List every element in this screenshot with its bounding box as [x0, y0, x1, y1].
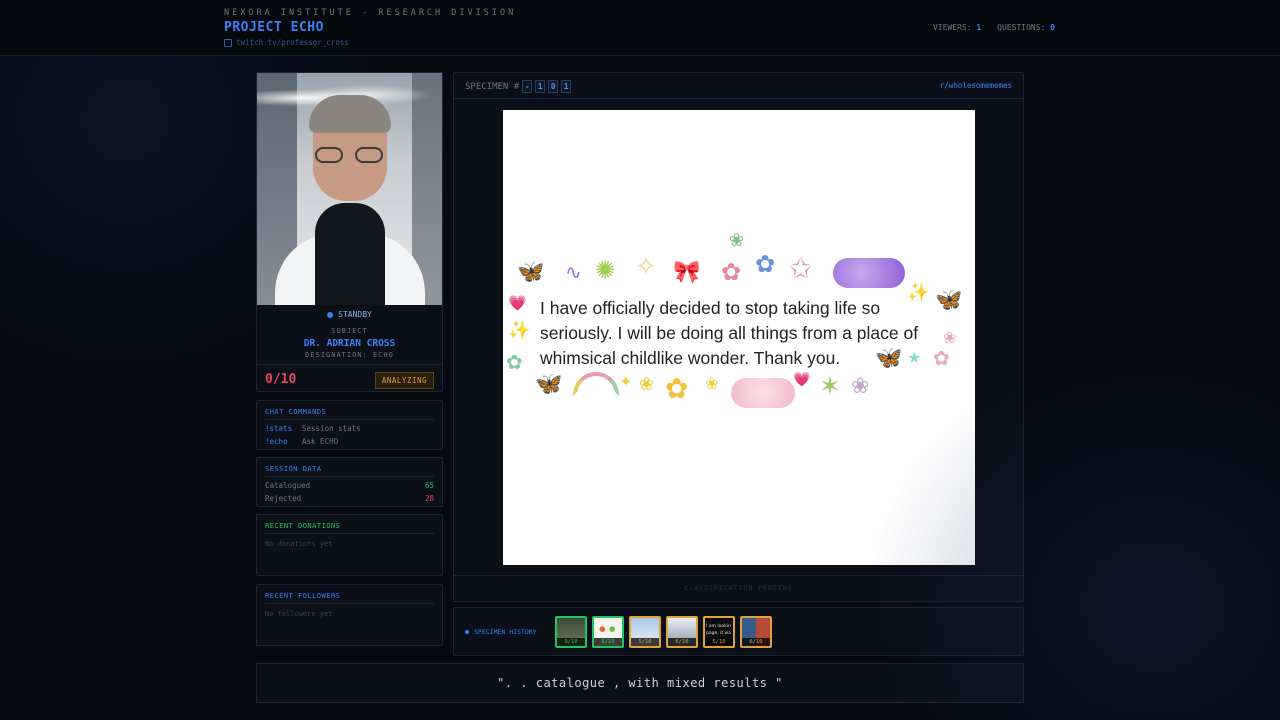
butterfly-icon: 🦋: [517, 260, 545, 285]
chat-commands-panel: CHAT COMMANDS !stats Session stats !echo…: [256, 400, 443, 450]
page-title: PROJECT ECHO: [224, 20, 324, 35]
thumbnail-score: 9/10: [557, 638, 585, 646]
history-dot-icon: [465, 630, 469, 634]
history-thumbnail[interactable]: 8/10: [592, 616, 624, 648]
specimen-history-panel: SPECIMEN HISTORY 9/10 8/10 5/10 6/10 I a…: [453, 607, 1024, 656]
subreddit-link[interactable]: r/wholesomememes: [940, 81, 1012, 90]
rejected-row: Rejected 28: [265, 494, 434, 503]
catalogued-label: Catalogued: [265, 481, 311, 490]
flower-icon: ❀: [943, 328, 957, 347]
thumbnail-score: 8/10: [594, 638, 622, 646]
sun-flower-icon: ✺: [595, 256, 616, 284]
history-thumbnail[interactable]: 6/10: [666, 616, 698, 648]
rainbow-icon: [573, 372, 619, 396]
swirl-icon: ∿: [565, 260, 582, 284]
thumbnail-text: I am lookin page, it wa: [706, 624, 731, 636]
history-label-text: SPECIMEN HISTORY: [474, 628, 537, 636]
star-icon: ✩: [789, 252, 813, 285]
session-data-panel: SESSION DATA Catalogued 65 Rejected 28: [256, 457, 443, 507]
specimen-digit: 1: [535, 80, 546, 93]
viewer-header: SPECIMEN # - 1 0 1 r/wholesomememes: [454, 73, 1023, 99]
thumbnail-score: 5/10: [705, 638, 733, 646]
flower-icon: ❀: [851, 374, 870, 399]
twitch-icon: [224, 38, 232, 47]
daisy-icon: ✿: [665, 372, 689, 405]
specimen-label: SPECIMEN #: [465, 81, 520, 92]
analyzing-badge: ANALYZING: [374, 372, 434, 389]
command-name: !stats: [265, 424, 293, 433]
donations-title: RECENT DONATIONS: [265, 522, 341, 530]
butterfly-icon: 🦋: [535, 372, 563, 397]
channel-link-text: twitch.tv/professor_cross: [236, 38, 349, 47]
viewers-count: 1: [976, 23, 982, 32]
command-desc: Ask ECHO: [302, 437, 339, 446]
flower-icon: ❀: [639, 374, 655, 395]
subject-label: SUBJECT: [331, 327, 368, 335]
viewers-label: VIEWERS:: [932, 23, 972, 32]
session-data-title: SESSION DATA: [265, 465, 322, 473]
flower-icon: ✿: [755, 250, 776, 278]
star-icon: ✶: [819, 372, 841, 402]
thumbnail-score: 6/10: [668, 638, 696, 646]
profile-card: STANDBY SUBJECT DR. ADRIAN CROSS DESIGNA…: [256, 72, 443, 392]
history-thumbnail[interactable]: I am lookin page, it wa 5/10: [703, 616, 735, 648]
cloud-icon: [731, 378, 795, 408]
cloud-icon: [833, 258, 905, 288]
history-thumbnail[interactable]: 6/10: [740, 616, 772, 648]
rejected-count: 28: [424, 494, 434, 503]
org-label: NEXORA INSTITUTE - RESEARCH DIVISION: [224, 8, 517, 18]
sparkle-icon: ✨: [508, 320, 531, 341]
sparkle-icon: ✧: [635, 252, 657, 282]
specimen-digit: 1: [561, 80, 572, 93]
specimen-digit: 0: [548, 80, 559, 93]
history-label: SPECIMEN HISTORY: [465, 628, 537, 636]
command-name: !echo: [265, 437, 288, 446]
flower-icon: ✿: [721, 258, 742, 286]
questions-stat: QUESTIONS: 0: [997, 23, 1055, 32]
status-indicator: STANDBY: [257, 310, 442, 319]
header-stats: VIEWERS: 1 QUESTIONS: 0: [933, 23, 1055, 32]
classification-status: CLASSIFICATION PENDING: [684, 584, 793, 592]
specimen-viewer: SPECIMEN # - 1 0 1 r/wholesomememes 🦋 ∿ …: [453, 72, 1024, 602]
meme-text: I have officially decided to stop taking…: [540, 298, 919, 368]
followers-empty: No followers yet: [265, 610, 333, 618]
donations-panel: RECENT DONATIONS No donations yet: [256, 514, 443, 576]
status-dot-icon: [327, 311, 334, 318]
history-thumbnail[interactable]: 5/10: [629, 616, 661, 648]
flower-icon: ❀: [705, 374, 719, 393]
flower-icon: ✿: [506, 350, 523, 374]
flower-icon: ❀: [729, 230, 745, 251]
rejected-label: Rejected: [265, 494, 302, 503]
specimen-digit: -: [522, 80, 533, 93]
heart-icon: 💗: [508, 294, 527, 312]
score-display: 0/10: [265, 372, 297, 387]
sparkle-icon: ✦: [619, 372, 633, 391]
ticker-quote: ". . catalogue , with mixed results ": [256, 663, 1024, 703]
status-text: STANDBY: [338, 310, 372, 319]
followers-title: RECENT FOLLOWERS: [265, 592, 341, 600]
heart-icon: 💗: [793, 372, 811, 388]
thumbnail-score: 6/10: [742, 638, 770, 646]
command-desc: Session stats: [302, 424, 361, 433]
followers-panel: RECENT FOLLOWERS No followers yet: [256, 584, 443, 646]
catalogued-row: Catalogued 65: [265, 481, 434, 490]
thumbnail-score: 5/10: [631, 638, 659, 646]
top-header: NEXORA INSTITUTE - RESEARCH DIVISION PRO…: [0, 0, 1280, 56]
meme-image: 🦋 ∿ ✺ ✧ 🎀 ✿ ✿ ❀ ✩ ✨ 🦋 💗 ✨ ✿ ❀ ✿ ★ 🦋 🦋 ✦ …: [503, 110, 975, 565]
bow-icon: 🎀: [673, 260, 701, 285]
history-thumbnail[interactable]: 9/10: [555, 616, 587, 648]
command-row: !echo Ask ECHO: [265, 437, 434, 446]
questions-label: QUESTIONS:: [997, 23, 1046, 32]
donations-empty: No donations yet: [265, 540, 333, 548]
viewers-stat: VIEWERS: 1: [933, 23, 981, 32]
command-row: !stats Session stats: [265, 424, 434, 433]
channel-link[interactable]: twitch.tv/professor_cross: [224, 38, 349, 47]
subject-photo: [257, 73, 442, 305]
catalogued-count: 65: [424, 481, 434, 490]
questions-count: 0: [1050, 23, 1055, 32]
subject-name: DR. ADRIAN CROSS: [303, 338, 396, 349]
specimen-number: SPECIMEN # - 1 0 1: [465, 80, 572, 93]
designation: DESIGNATION: ECHO: [305, 351, 394, 359]
chat-commands-title: CHAT COMMANDS: [265, 408, 327, 416]
